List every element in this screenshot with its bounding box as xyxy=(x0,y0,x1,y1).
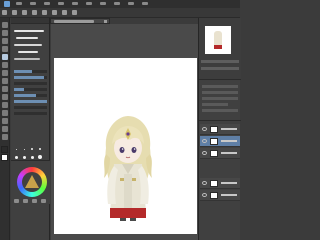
close-icon[interactable] xyxy=(104,20,107,23)
color-wheel[interactable] xyxy=(17,167,47,197)
brush-size-dot[interactable] xyxy=(13,146,19,152)
brush-size-slider[interactable] xyxy=(14,70,47,73)
menu-item-story[interactable] xyxy=(44,2,50,5)
menu-item-layer[interactable] xyxy=(72,2,78,5)
hardness-slider[interactable] xyxy=(14,94,47,97)
color-set-icon[interactable] xyxy=(32,199,37,203)
brush-preset-4[interactable] xyxy=(14,49,47,54)
right-panel xyxy=(198,18,241,240)
gradient-tool-icon[interactable] xyxy=(2,110,8,116)
canvas-tab-label xyxy=(54,20,94,23)
app-logo-icon xyxy=(4,1,10,7)
sub-tool-header xyxy=(11,18,49,24)
anti-aliasing-row[interactable] xyxy=(14,82,47,85)
color-wheel-panel xyxy=(11,160,50,204)
settings-icon[interactable] xyxy=(72,10,77,15)
layer-row[interactable] xyxy=(200,148,240,159)
zoom-slider[interactable] xyxy=(201,60,239,63)
layer-row[interactable] xyxy=(200,124,240,135)
save-icon[interactable] xyxy=(22,10,27,15)
brush-size-dot[interactable] xyxy=(37,146,43,152)
eye-icon[interactable] xyxy=(202,181,207,185)
menu-item-edit[interactable] xyxy=(30,2,36,5)
brush-preset-2[interactable] xyxy=(14,35,47,40)
density-slider[interactable] xyxy=(14,100,47,103)
redo-icon[interactable] xyxy=(42,10,47,15)
sub-color-swatch[interactable] xyxy=(1,154,8,161)
brush-size-dot[interactable] xyxy=(29,146,35,152)
layer-property-panel xyxy=(199,81,241,121)
zoom-tool-icon[interactable] xyxy=(2,22,8,28)
layer-row[interactable] xyxy=(200,178,240,189)
character-illustration xyxy=(100,114,156,222)
color-slider-icon[interactable] xyxy=(41,199,46,203)
stabilization-slider[interactable] xyxy=(14,88,47,91)
tool-palette xyxy=(0,18,10,240)
navigator-panel xyxy=(199,18,241,80)
layer-row[interactable] xyxy=(200,136,240,147)
layer-color-row[interactable] xyxy=(202,109,238,112)
main-color-swatch[interactable] xyxy=(1,146,8,153)
undo-icon[interactable] xyxy=(32,10,37,15)
texture-row[interactable] xyxy=(14,112,47,115)
clear-icon[interactable] xyxy=(52,10,57,15)
brush-preset-5[interactable] xyxy=(14,56,47,61)
move-tool-icon[interactable] xyxy=(2,30,8,36)
eraser-tool-icon[interactable] xyxy=(2,86,8,92)
menu-bar xyxy=(0,0,240,8)
figure-tool-icon[interactable] xyxy=(2,118,8,124)
new-icon[interactable] xyxy=(2,10,7,15)
opacity-field[interactable] xyxy=(202,91,238,94)
pencil-tool-icon[interactable] xyxy=(2,62,8,68)
menu-item-select[interactable] xyxy=(86,2,92,5)
rotate-slider[interactable] xyxy=(201,67,239,70)
eye-icon[interactable] xyxy=(202,139,207,143)
navigator-preview[interactable] xyxy=(205,26,231,54)
opacity-slider[interactable] xyxy=(14,76,47,79)
spacing-row[interactable] xyxy=(14,106,47,109)
select-tool-icon[interactable] xyxy=(2,38,8,44)
lock-row[interactable] xyxy=(202,97,238,100)
color-mode-icon[interactable] xyxy=(14,199,19,203)
blend-mode-select[interactable] xyxy=(202,85,238,88)
fill-tool-icon[interactable] xyxy=(2,102,8,108)
ruler-tool-icon[interactable] xyxy=(2,134,8,140)
menu-item-animation[interactable] xyxy=(58,2,64,5)
layer-options-row[interactable] xyxy=(202,103,228,106)
sub-tool-panel xyxy=(11,18,50,240)
eye-icon[interactable] xyxy=(202,151,207,155)
menu-items xyxy=(16,2,148,5)
open-icon[interactable] xyxy=(12,10,17,15)
eye-icon[interactable] xyxy=(202,127,207,131)
drawing-canvas[interactable] xyxy=(54,58,197,234)
color-triangle[interactable] xyxy=(25,175,39,188)
canvas-workspace xyxy=(51,24,198,240)
airbrush-tool-icon[interactable] xyxy=(2,78,8,84)
menu-item-help[interactable] xyxy=(142,2,148,5)
color-history-icon[interactable] xyxy=(23,199,28,203)
text-tool-icon[interactable] xyxy=(2,126,8,132)
menu-item-file[interactable] xyxy=(16,2,22,5)
brush-size-dot[interactable] xyxy=(21,146,27,152)
eyedropper-tool-icon[interactable] xyxy=(2,46,8,52)
brush-preset-3[interactable] xyxy=(14,42,47,47)
pen-tool-icon[interactable] xyxy=(2,54,8,60)
blend-tool-icon[interactable] xyxy=(2,94,8,100)
layer-panel xyxy=(199,122,241,240)
menu-item-window[interactable] xyxy=(128,2,134,5)
eye-icon[interactable] xyxy=(202,193,207,197)
menu-item-view[interactable] xyxy=(100,2,106,5)
brush-preset-1[interactable] xyxy=(14,28,47,33)
brush-tool-icon[interactable] xyxy=(2,70,8,76)
layer-row[interactable] xyxy=(200,190,240,201)
command-bar xyxy=(0,8,240,18)
transform-icon[interactable] xyxy=(62,10,67,15)
menu-item-filter[interactable] xyxy=(114,2,120,5)
